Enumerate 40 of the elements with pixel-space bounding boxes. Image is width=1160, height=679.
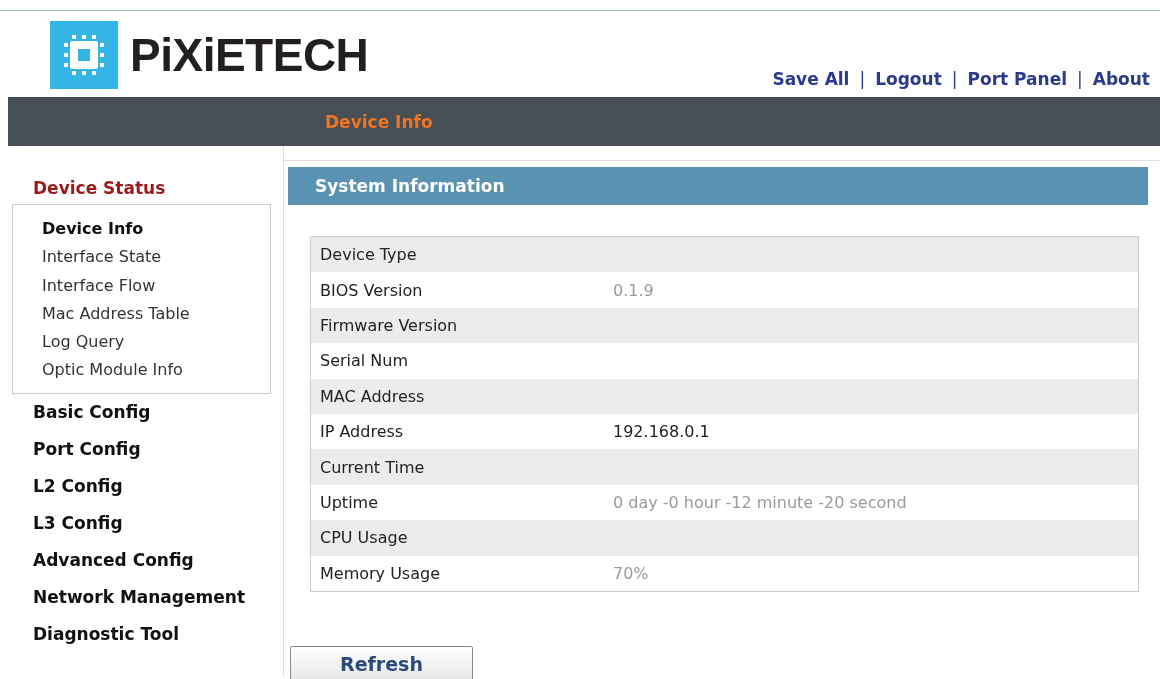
sidebar-group[interactable]: Diagnostic Tool: [0, 615, 283, 653]
sidebar-group[interactable]: Device Status: [0, 174, 283, 202]
field-value: 192.168.0.1: [613, 422, 710, 442]
sidebar-group[interactable]: Basic Config: [0, 393, 283, 431]
sidebar-item[interactable]: Log Query: [42, 328, 270, 357]
field-label: Memory Usage: [310, 555, 604, 592]
sidebar-item[interactable]: Optic Module Info: [42, 356, 270, 385]
section-header: System Information: [288, 167, 1148, 205]
sidebar-group[interactable]: Port Config: [0, 430, 283, 468]
sidebar-group[interactable]: L2 Config: [0, 467, 283, 505]
header-link[interactable]: Port Panel: [967, 69, 1068, 89]
field-label: CPU Usage: [310, 520, 604, 556]
field-label: Current Time: [310, 449, 604, 485]
field-label: Firmware Version: [310, 307, 604, 344]
sidebar-group[interactable]: Advanced Config: [0, 541, 283, 579]
sidebar-group[interactable]: Network Management: [0, 578, 283, 616]
sidebar-item[interactable]: Interface Flow: [42, 271, 270, 300]
field-value: 0.1.9: [613, 280, 654, 300]
link-separator: |: [951, 69, 958, 89]
page-title: Device Info: [325, 111, 433, 132]
refresh-button[interactable]: Refresh: [290, 645, 473, 679]
field-value: 0 day -0 hour -12 minute -20 second: [613, 492, 907, 512]
logo-text: PiXiETECH: [130, 28, 369, 82]
header-link[interactable]: About: [1092, 69, 1150, 89]
field-label: Uptime: [310, 484, 604, 521]
link-separator: |: [1077, 69, 1083, 89]
header-link[interactable]: Save All: [772, 69, 850, 89]
chip-icon: [50, 21, 118, 89]
link-separator: |: [859, 69, 866, 89]
header-link[interactable]: Logout: [875, 69, 942, 89]
sidebar-item[interactable]: Device Info: [42, 215, 270, 244]
field-label: MAC Address: [310, 378, 604, 414]
field-label: IP Address: [310, 413, 604, 450]
field-label: Serial Num: [310, 343, 604, 379]
field-label: Device Type: [310, 236, 604, 273]
sidebar-item[interactable]: Interface State: [42, 243, 270, 272]
field-label: BIOS Version: [310, 272, 604, 308]
field-value: 70%: [613, 563, 649, 583]
sidebar-item[interactable]: Mac Address Table: [42, 299, 270, 329]
sidebar-group[interactable]: L3 Config: [0, 504, 283, 542]
